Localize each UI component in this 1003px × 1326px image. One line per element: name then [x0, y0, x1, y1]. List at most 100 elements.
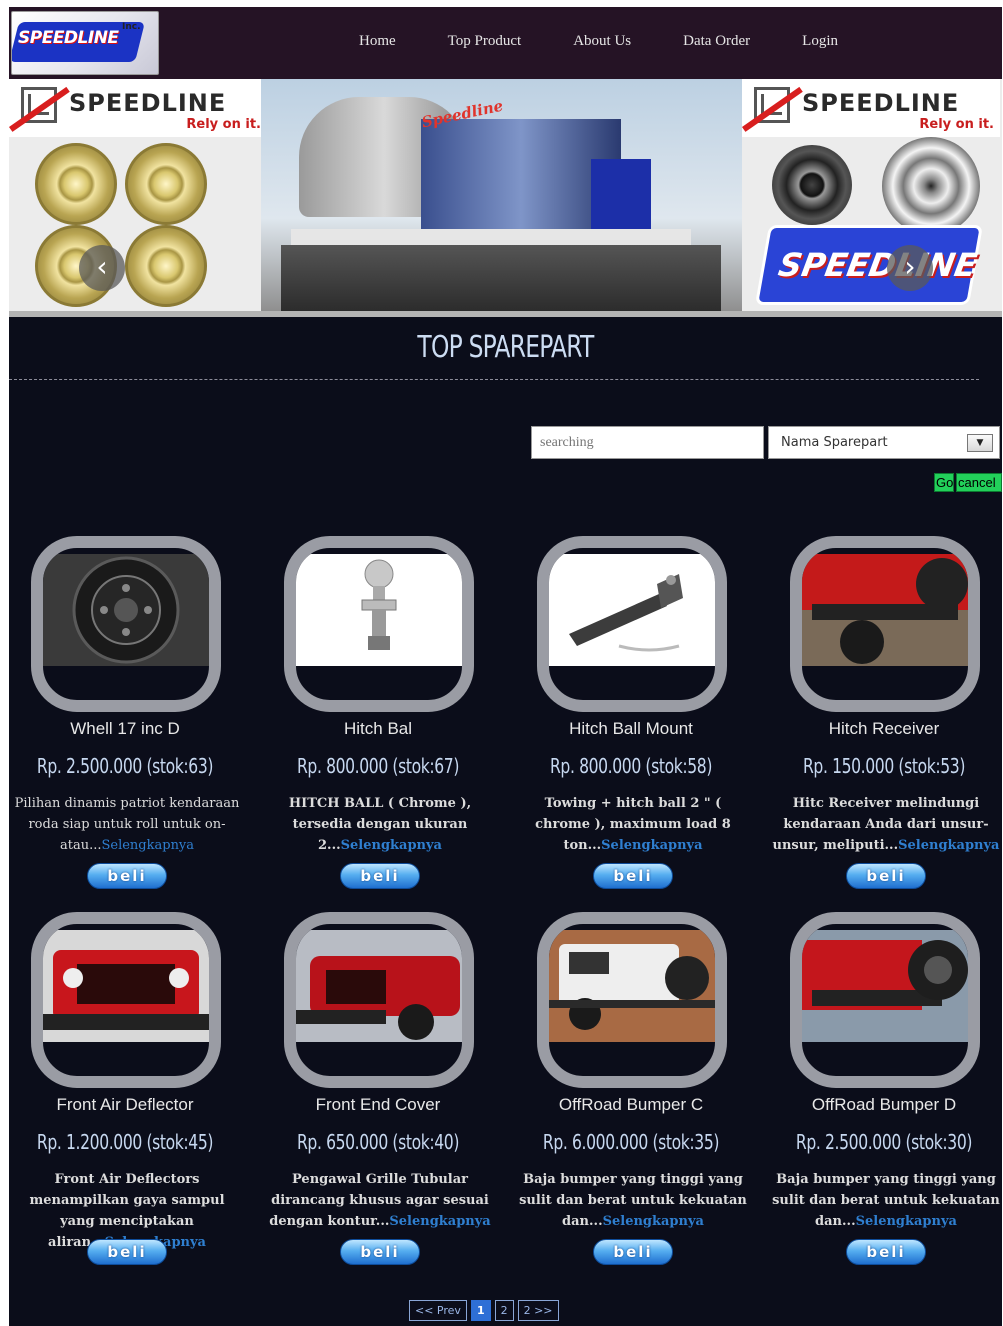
- read-more-link[interactable]: Selengkapnya: [389, 1214, 490, 1229]
- banner-right-panel: SPEEDLINE Rely on it. SPEEDLINE: [742, 79, 1002, 311]
- product-name: Front Air Deflector: [56, 1095, 194, 1114]
- building-canopy: [291, 229, 691, 245]
- speedline-inc-sign: SPEEDLINE: [754, 225, 984, 305]
- search-input[interactable]: [531, 426, 764, 459]
- page: SPEEDLINE Inc. Home Top Product About Us…: [9, 7, 1002, 1326]
- buy-button[interactable]: beli: [87, 1239, 167, 1265]
- hitch-receiver-image: [802, 554, 968, 666]
- chrome-wheel-image: [882, 137, 980, 235]
- buy-button[interactable]: beli: [593, 863, 673, 889]
- product-price: Rp. 650.000 (stok:40): [296, 1130, 460, 1154]
- product-price: Rp. 800.000 (stok:67): [296, 754, 460, 778]
- nav-about-us[interactable]: About Us: [573, 33, 631, 57]
- slider-next-arrow-icon[interactable]: ›: [887, 245, 933, 291]
- product-price: Rp. 800.000 (stok:58): [549, 754, 713, 778]
- product-price: Rp. 1.200.000 (stok:45): [36, 1130, 214, 1154]
- product-image-frame[interactable]: [284, 536, 474, 712]
- page-1-button[interactable]: 1: [470, 1300, 491, 1321]
- product-image-frame[interactable]: [790, 912, 980, 1088]
- go-button[interactable]: Go: [934, 473, 954, 492]
- product-name: OffRoad Bumper C: [558, 1095, 704, 1114]
- buy-button[interactable]: beli: [846, 1239, 926, 1265]
- product-description: Baja bumper yang tinggi yang sulit dan b…: [519, 1169, 747, 1232]
- offroad-bumper-d-image: [802, 930, 968, 1042]
- select-value: Nama Sparepart: [781, 435, 888, 450]
- nav-data-order[interactable]: Data Order: [683, 33, 750, 57]
- building-photo: Speedline: [261, 79, 742, 311]
- section-title: TOP SPAREPART: [417, 330, 594, 365]
- header-bar: SPEEDLINE Inc. Home Top Product About Us…: [9, 7, 1002, 79]
- brand-tagline: Rely on it.: [919, 117, 994, 132]
- gold-wheel-image: [35, 143, 117, 225]
- front-air-deflector-image: [43, 930, 209, 1042]
- product-name: Hitch Bal: [343, 719, 413, 738]
- pagination: << Prev 1 2 2 >>: [409, 1300, 563, 1321]
- product-description: Hitc Receiver melindungi kendaraan Anda …: [772, 793, 1000, 856]
- banner-slider: SPEEDLINE Rely on it. Speedline SPEEDLIN…: [9, 79, 1002, 317]
- offroad-bumper-c-image: [549, 930, 715, 1042]
- product-image-frame[interactable]: [537, 536, 727, 712]
- section-divider: [9, 379, 979, 380]
- chevron-down-icon[interactable]: ▼: [967, 434, 993, 452]
- product-name: Hitch Ball Mount: [569, 719, 693, 738]
- buy-button[interactable]: beli: [340, 1239, 420, 1265]
- product-price: Rp. 2.500.000 (stok:63): [36, 754, 214, 778]
- brand-word: SPEEDLINE: [802, 89, 960, 117]
- read-more-link[interactable]: Selengkapnya: [101, 838, 194, 853]
- product-description: Towing + hitch ball 2 " ( chrome ), maxi…: [519, 793, 747, 856]
- hitch-ball-image: [296, 554, 462, 666]
- read-more-link[interactable]: Selengkapnya: [603, 1214, 704, 1229]
- brand-tagline: Rely on it.: [186, 117, 261, 132]
- product-name: Whell 17 inc D: [70, 719, 180, 738]
- main-nav: Home Top Product About Us Data Order Log…: [359, 33, 890, 57]
- product-price: Rp. 6.000.000 (stok:35): [542, 1130, 720, 1154]
- steel-wheel-image: [43, 554, 209, 666]
- brand-word: SPEEDLINE: [69, 89, 227, 117]
- product-name: Front End Cover: [315, 1095, 441, 1114]
- slider-prev-arrow-icon[interactable]: ‹: [79, 245, 125, 291]
- product-name: Hitch Receiver: [828, 719, 940, 738]
- product-price: Rp. 2.500.000 (stok:30): [795, 1130, 973, 1154]
- buy-button[interactable]: beli: [846, 863, 926, 889]
- read-more-link[interactable]: Selengkapnya: [341, 838, 442, 853]
- speedline-logo[interactable]: SPEEDLINE Inc.: [11, 11, 159, 75]
- read-more-link[interactable]: Selengkapnya: [898, 838, 999, 853]
- hitch-mount-image: [549, 554, 715, 666]
- product-description: Pilihan dinamis patriot kendaraan roda s…: [13, 793, 241, 856]
- front-end-cover-image: [296, 930, 462, 1042]
- product-image-frame[interactable]: [284, 912, 474, 1088]
- cancel-button[interactable]: cancel: [956, 473, 1002, 492]
- logo-text: SPEEDLINE: [18, 28, 119, 48]
- speedline-brand-logo: SPEEDLINE Rely on it.: [742, 79, 1000, 137]
- banner-bottom-strip: [9, 311, 1002, 317]
- building-base: [281, 245, 721, 311]
- black-wheel-image: [772, 145, 852, 225]
- page-2-button[interactable]: 2: [494, 1300, 514, 1321]
- product-image-frame[interactable]: [790, 536, 980, 712]
- next-page-button[interactable]: 2 >>: [517, 1300, 559, 1321]
- speedline-inc-text: SPEEDLINE: [775, 246, 981, 284]
- product-description: HITCH BALL ( Chrome ), tersedia dengan u…: [266, 793, 494, 856]
- read-more-link[interactable]: Selengkapnya: [601, 838, 702, 853]
- buy-button[interactable]: beli: [593, 1239, 673, 1265]
- banner-left-panel: SPEEDLINE Rely on it.: [9, 79, 267, 311]
- prev-page-button[interactable]: << Prev: [409, 1300, 467, 1321]
- search-category-select[interactable]: Nama Sparepart ▼: [768, 426, 1000, 459]
- product-description: Pengawal Grille Tubular dirancang khusus…: [266, 1169, 494, 1232]
- buy-button[interactable]: beli: [87, 863, 167, 889]
- nav-top-product[interactable]: Top Product: [448, 33, 522, 57]
- product-image-frame[interactable]: [537, 912, 727, 1088]
- product-description: Baja bumper yang tinggi yang sulit dan b…: [772, 1169, 1000, 1232]
- gold-wheel-image: [125, 143, 207, 225]
- logo-inc: Inc.: [122, 22, 141, 32]
- product-image-frame[interactable]: [31, 536, 221, 712]
- product-name: OffRoad Bumper D: [811, 1095, 957, 1114]
- product-image-frame[interactable]: [31, 912, 221, 1088]
- read-more-link[interactable]: Selengkapnya: [856, 1214, 957, 1229]
- nav-home[interactable]: Home: [359, 33, 396, 57]
- speedline-brand-logo: SPEEDLINE Rely on it.: [9, 79, 267, 137]
- gold-wheel-image: [125, 225, 207, 307]
- buy-button[interactable]: beli: [340, 863, 420, 889]
- nav-login[interactable]: Login: [802, 33, 838, 57]
- product-price: Rp. 150.000 (stok:53): [802, 754, 966, 778]
